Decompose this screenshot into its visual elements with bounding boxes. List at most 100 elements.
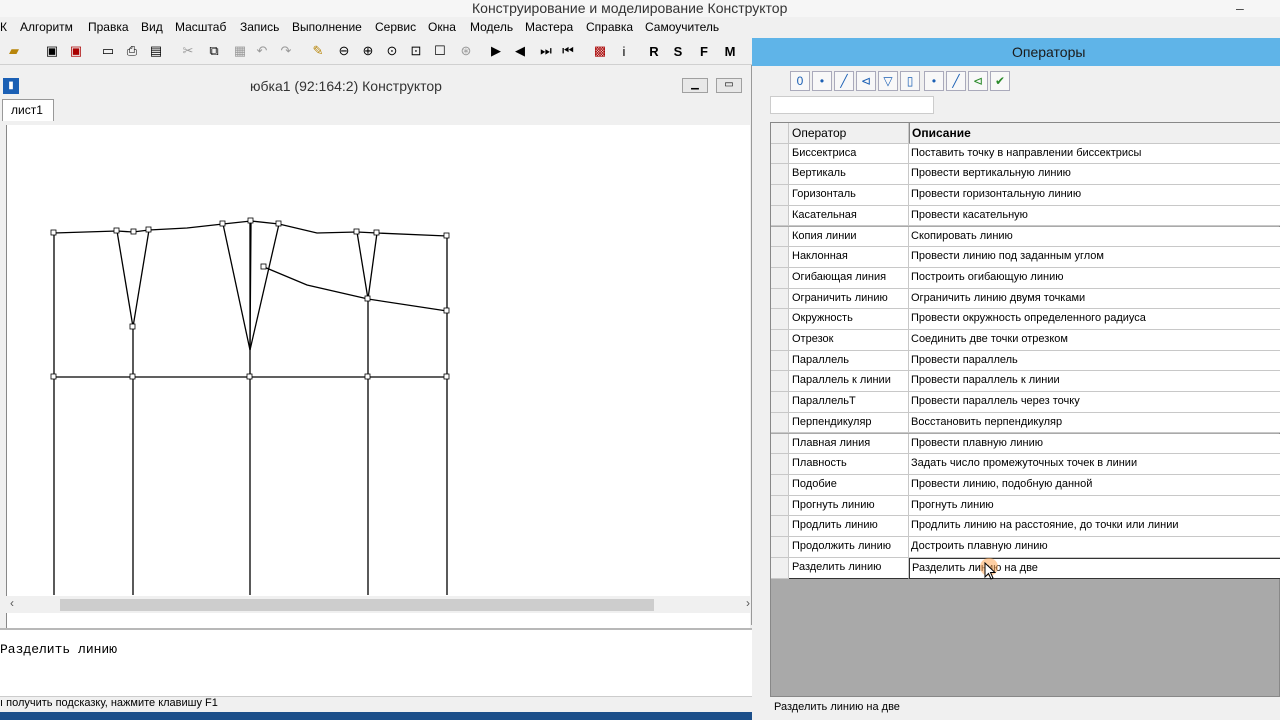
window-minimize-button[interactable]: ▁ [682,78,708,93]
r-button[interactable]: R [644,41,664,61]
drawing-canvas[interactable] [6,125,750,657]
menu-item-run[interactable]: Выполнение [292,20,362,34]
column-description[interactable]: Описание [909,123,1280,144]
cut-icon[interactable]: ✂ [178,41,198,61]
tool-shape-icon[interactable]: ⊲ [968,71,988,91]
main-toolbar: ▰ ▣ ▣ ▭ ⎙ ▤ ✂ ⧉ ▦ ↶ ↷ ✎ ⊖ ⊕ ⊙ ⊡ ☐ ⊛ ▶ ◀ … [0,37,752,65]
zoom-all-icon[interactable]: ⊛ [456,41,476,61]
sheet-tabs: лист1 [2,99,752,121]
menu-item-wizards[interactable]: Мастера [525,20,573,34]
redo-icon[interactable]: ↷ [276,41,296,61]
menu-item-help[interactable]: Справка [586,20,633,34]
menu-item-tutorial[interactable]: Самоучитель [645,20,719,34]
operators-table: Оператор Описание Биссектриса Поставить т… [770,122,1280,697]
status-bar: ı получить подсказку, нажмите клавишу F1 [0,696,752,712]
menu-item-model[interactable]: Модель [470,20,513,34]
app-window-icon: ▮ [3,78,19,94]
chip-icon[interactable]: ▩ [590,41,610,61]
menu-item-windows[interactable]: Окна [428,20,456,34]
pencil-icon[interactable]: ✎ [308,41,328,61]
tool-line-icon[interactable]: ╱ [834,71,854,91]
copy-icon[interactable]: ⧉ [204,41,224,61]
table-row[interactable]: Параллель Провести параллель [771,350,1280,372]
operator-status: Разделить линию на две [774,701,900,713]
operators-title: Операторы [1012,44,1086,60]
column-operator[interactable]: Оператор [789,123,909,144]
menu-item-scale[interactable]: Масштаб [175,20,226,34]
zoom-in-icon[interactable]: ⊕ [358,41,378,61]
tool-point-icon[interactable]: • [812,71,832,91]
operators-title-bar: Операторы [752,38,1280,66]
tool-zero-icon[interactable]: 0 [790,71,810,91]
operator-search-input[interactable] [770,96,934,114]
table-row[interactable]: Вертикаль Провести вертикальную линию [771,164,1280,186]
paste-icon[interactable]: ▦ [230,41,250,61]
command-text: Разделить линию [0,642,118,657]
preview-icon[interactable]: ▤ [146,41,166,61]
scroll-right-icon[interactable]: › [746,596,750,610]
tool-check-icon[interactable]: ✔ [990,71,1010,91]
menu-item-service[interactable]: Сервис [375,20,416,34]
table-row[interactable]: Ограничить линию Ограничить линию двумя т… [771,288,1280,310]
table-row[interactable]: Наклонная Провести линию под заданным угл… [771,247,1280,268]
table-row[interactable]: Прогнуть линию Прогнуть линию [771,495,1280,517]
save-all-icon[interactable]: ▣ [66,41,86,61]
s-button[interactable]: S [668,41,688,61]
menu-item-k[interactable]: К [0,20,7,34]
f-button[interactable]: F [694,41,714,61]
step-forward-icon[interactable]: ⏭ [536,41,556,61]
open-icon[interactable]: ▰ [4,41,24,61]
undo-icon[interactable]: ↶ [252,41,272,61]
zoom-out-icon[interactable]: ⊖ [334,41,354,61]
zoom-box-icon[interactable]: ☐ [430,41,450,61]
zoom-fit-icon[interactable]: ⊙ [382,41,402,61]
m-button[interactable]: M [720,41,740,61]
table-row[interactable]: Биссектриса Поставить точку в направлении… [771,143,1280,165]
table-row-selected[interactable]: Разделить линию Разделить линию на две [771,558,1280,579]
table-row[interactable]: Плавность Задать число промежуточных точе… [771,454,1280,475]
table-row[interactable]: Продлить линию Продлить линию на расстоян… [771,516,1280,537]
table-row[interactable]: Перпендикуляр Восстановить перпендикуляр [771,412,1280,434]
table-row[interactable]: Копия линии Скопировать линию [771,226,1280,248]
scroll-left-icon[interactable]: ‹ [10,596,14,610]
tool-line2-icon[interactable]: ╱ [946,71,966,91]
step-back-icon[interactable]: ◀ [510,41,530,61]
table-row[interactable]: Параллель к линии Провести параллель к ли… [771,371,1280,393]
menu-bar: К Алгоритм Правка Вид Масштаб Запись Вып… [0,17,752,37]
table-row[interactable]: Окружность Провести окружность определенн… [771,309,1280,330]
window-maximize-button[interactable]: ▭ [716,78,742,93]
menu-item-algorithm[interactable]: Алгоритм [20,20,73,34]
command-panel: Разделить линию [0,628,752,696]
save-icon[interactable]: ▣ [42,41,62,61]
print-setup-icon[interactable]: ▭ [98,41,118,61]
table-row[interactable]: Касательная Провести касательную [771,205,1280,227]
menu-item-record[interactable]: Запись [240,20,279,34]
to-start-icon[interactable]: ⏮ [558,41,578,61]
tool-dart-icon[interactable]: ▽ [878,71,898,91]
print-icon[interactable]: ⎙ [122,41,142,61]
operators-window: Операторы 0 • ╱ ⊲ ▽ ▯ • ╱ ⊲ ✔ Оператор О… [752,38,1280,720]
zoom-window-icon[interactable]: ⊡ [406,41,426,61]
table-row[interactable]: Плавная линия Провести плавную линию [771,433,1280,455]
pattern-drawing [50,217,450,595]
constructor-title: юбка1 (92:164:2) Конструктор [250,78,442,94]
table-row[interactable]: Огибающая линия Построить огибающую линию [771,267,1280,289]
table-row[interactable]: Подобие Провести линию, подобную данной [771,474,1280,496]
menu-item-view[interactable]: Вид [141,20,163,34]
minimize-button[interactable]: – [1236,0,1244,16]
tool-poly-icon[interactable]: ⊲ [856,71,876,91]
play-icon[interactable]: ▶ [486,41,506,61]
table-row[interactable]: Отрезок Соединить две точки отрезком [771,330,1280,351]
info-icon[interactable]: i [614,41,634,61]
tool-detail-icon[interactable]: ▯ [900,71,920,91]
scroll-thumb[interactable] [60,599,654,611]
constructor-title-bar: ▮ юбка1 (92:164:2) Конструктор [0,75,752,97]
horizontal-scrollbar[interactable]: ‹ › [6,596,750,613]
table-header: Оператор Описание [771,123,1280,144]
table-row[interactable]: ПараллельТ Провести параллель через точку [771,392,1280,413]
menu-item-edit[interactable]: Правка [88,20,129,34]
tab-sheet1[interactable]: лист1 [2,99,54,121]
table-row[interactable]: Продолжить линию Достроить плавную линию [771,537,1280,558]
tool-point2-icon[interactable]: • [924,71,944,91]
table-row[interactable]: Горизонталь Провести горизонтальную линию [771,185,1280,206]
